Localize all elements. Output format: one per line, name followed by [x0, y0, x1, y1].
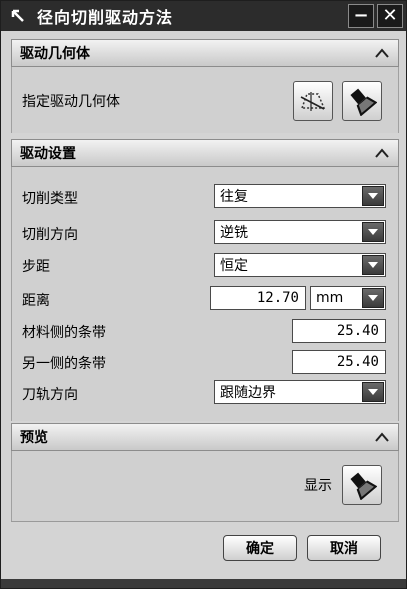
display-label: 显示	[304, 478, 332, 494]
cut-type-value: 往复	[220, 189, 248, 205]
distance-unit-value: mm	[316, 290, 344, 306]
other-side-input[interactable]: 25.40	[292, 350, 386, 374]
stepover-label: 步距	[22, 259, 50, 275]
distance-input[interactable]: 12.70	[210, 286, 306, 310]
chevron-down-icon[interactable]	[362, 382, 384, 402]
chevron-down-icon[interactable]	[362, 255, 384, 275]
tool-path-direction-label: 刀轨方向	[22, 387, 78, 403]
drive-geometry-header[interactable]: 驱动几何体	[11, 39, 399, 67]
specify-drive-geometry-label: 指定驱动几何体	[22, 94, 120, 110]
collapse-icon[interactable]	[370, 142, 394, 164]
footer-divider	[11, 521, 399, 522]
minimize-button[interactable]: −	[348, 4, 374, 28]
cut-direction-select[interactable]: 逆铣	[214, 220, 386, 244]
ok-button[interactable]: 确定	[223, 535, 297, 561]
stepover-select[interactable]: 恒定	[214, 253, 386, 277]
close-button[interactable]: ✕	[377, 4, 403, 28]
tool-path-direction-select[interactable]: 跟随边界	[214, 380, 386, 404]
chevron-down-icon[interactable]	[362, 222, 384, 242]
flashlight-icon	[350, 472, 377, 500]
drive-settings-body: 切削类型 往复 切削方向 逆铣 步距 恒定 距离 12.70 mm 材料侧的条带…	[11, 167, 399, 421]
geometry-select-icon	[300, 92, 326, 111]
material-side-input[interactable]: 25.40	[292, 319, 386, 343]
cut-type-label: 切削类型	[22, 191, 78, 207]
dialog-arrow-icon	[5, 3, 31, 29]
cut-type-select[interactable]: 往复	[214, 184, 386, 208]
collapse-icon[interactable]	[370, 426, 394, 448]
distance-label: 距离	[22, 293, 50, 309]
window-bottom-bar	[1, 579, 406, 588]
material-side-label: 材料侧的条带	[22, 325, 106, 341]
flashlight-icon	[350, 88, 377, 116]
preview-header[interactable]: 预览	[11, 423, 399, 451]
cut-direction-label: 切削方向	[22, 227, 78, 243]
show-geometry-button[interactable]	[342, 81, 382, 121]
collapse-icon[interactable]	[370, 42, 394, 64]
stepover-value: 恒定	[220, 258, 248, 274]
drive-geometry-body: 指定驱动几何体	[11, 67, 399, 133]
preview-title: 预览	[20, 430, 48, 446]
distance-unit-select[interactable]: mm	[310, 286, 386, 310]
display-button[interactable]	[342, 465, 382, 505]
cut-direction-value: 逆铣	[220, 225, 248, 241]
title-bar[interactable]: 径向切削驱动方法 − ✕	[1, 1, 406, 31]
dialog-window: 径向切削驱动方法 − ✕ 驱动几何体 指定驱动几何体 驱动设置 切削类型 往复 …	[0, 0, 407, 589]
chevron-down-icon[interactable]	[362, 288, 384, 308]
drive-geometry-title: 驱动几何体	[20, 46, 90, 62]
other-side-label: 另一侧的条带	[22, 356, 106, 372]
drive-settings-title: 驱动设置	[20, 146, 76, 162]
tool-path-direction-value: 跟随边界	[220, 385, 276, 401]
dialog-title: 径向切削驱动方法	[37, 8, 174, 27]
preview-body: 显示	[11, 451, 399, 521]
cancel-button[interactable]: 取消	[307, 535, 381, 561]
chevron-down-icon[interactable]	[362, 186, 384, 206]
drive-settings-header[interactable]: 驱动设置	[11, 139, 399, 167]
select-geometry-button[interactable]	[293, 81, 333, 121]
